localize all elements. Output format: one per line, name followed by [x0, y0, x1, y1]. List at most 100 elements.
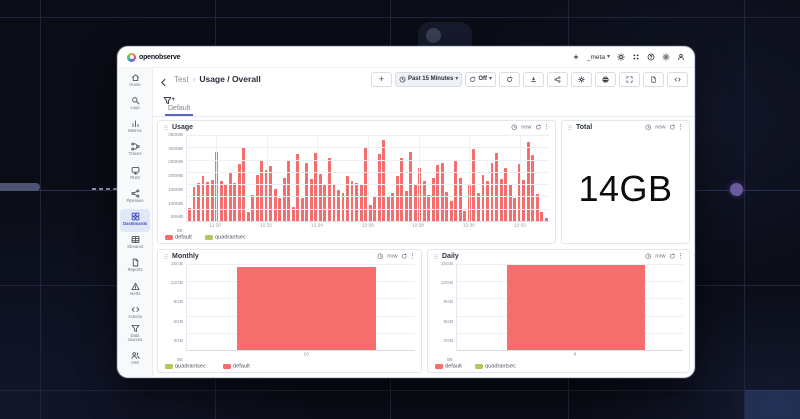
- sidebar-item-dashboards[interactable]: Dashboards: [120, 209, 150, 232]
- total-stat-value: 14GB: [578, 168, 672, 210]
- usage-bar: [513, 198, 516, 221]
- sidebar-item-logs[interactable]: Logs: [120, 93, 150, 116]
- drag-handle-icon[interactable]: [163, 253, 169, 260]
- y-tick-label: 300MB: [168, 146, 183, 151]
- sidebar-item-label: Dashboards: [123, 222, 147, 226]
- print-button[interactable]: [595, 72, 616, 87]
- refresh-icon[interactable]: [401, 253, 408, 260]
- sidebar-item-alerts[interactable]: Alerts: [120, 279, 150, 302]
- panel-total: Total now ⋮ 14GB: [561, 120, 690, 244]
- usage-bar: [355, 183, 358, 221]
- sidebar-item-traces[interactable]: Traces: [120, 140, 150, 163]
- sidebar-item-metrics[interactable]: Metrics: [120, 116, 150, 139]
- usage-bar: [536, 194, 539, 221]
- sidebar-item-pipelines[interactable]: Pipelines: [120, 186, 150, 209]
- legend-item-default[interactable]: default: [165, 234, 196, 241]
- refresh-button[interactable]: [499, 72, 520, 87]
- y-tick-label: 15GB: [441, 262, 453, 267]
- breadcrumb-parent[interactable]: Test: [174, 75, 189, 84]
- back-button[interactable]: [159, 74, 170, 85]
- share-button[interactable]: [547, 72, 568, 87]
- y-tick-label: 6GB: [443, 319, 453, 324]
- panel-menu-icon[interactable]: ⋮: [677, 124, 684, 131]
- panel-refresh-time[interactable]: now: [655, 125, 665, 131]
- usage-bar: [256, 175, 259, 221]
- panel-refresh-time[interactable]: now: [521, 125, 531, 131]
- home-icon: [131, 73, 140, 82]
- export-json-button[interactable]: [643, 72, 664, 87]
- drag-handle-icon[interactable]: [163, 124, 169, 131]
- decor-dashes: [92, 188, 120, 190]
- auto-refresh-button[interactable]: Off ▾: [465, 72, 496, 87]
- openobserve-window: openobserve _meta ▾ HomeLogsMetricsTrace…: [117, 46, 695, 378]
- actions-icon: [131, 305, 140, 314]
- panel-menu-icon[interactable]: ⋮: [409, 253, 416, 260]
- streams-icon: [131, 235, 140, 244]
- monthly-legend: quadrantsec default: [158, 360, 421, 372]
- openobserve-logo[interactable]: openobserve: [127, 53, 180, 62]
- legend-item-quadrantsec[interactable]: quadrantsec: [475, 363, 524, 370]
- legend-swatch: [475, 364, 483, 369]
- help-icon[interactable]: [647, 53, 655, 61]
- tab-default[interactable]: Default: [165, 105, 193, 116]
- sidebar-item-label: Reports: [123, 268, 147, 272]
- export-button[interactable]: [523, 72, 544, 87]
- legend-item-quadrantsec[interactable]: quadrantsec: [205, 234, 254, 241]
- dashboard-settings-button[interactable]: [571, 72, 592, 87]
- y-tick-label: 6GB: [173, 319, 183, 324]
- y-tick-label: 150MB: [168, 187, 183, 192]
- dashboard-tabs: Default: [153, 103, 694, 117]
- panel-menu-icon[interactable]: ⋮: [677, 253, 684, 260]
- time-range-button[interactable]: Past 15 Minutes ▾: [395, 72, 462, 87]
- fullscreen-button[interactable]: [619, 72, 640, 87]
- dashboard-header: Test › Usage / Overall + Past 15 Minutes…: [153, 68, 694, 90]
- legend-item-default[interactable]: default: [435, 363, 466, 370]
- panel-refresh-time[interactable]: now: [387, 254, 397, 260]
- panel-menu-icon[interactable]: ⋮: [543, 124, 550, 131]
- sidebar-nav: HomeLogsMetricsTracesRUMPipelines Dashboa…: [118, 68, 153, 377]
- x-tick-label: 12:22: [260, 223, 272, 228]
- y-tick-label: 0B: [177, 358, 183, 363]
- theme-toggle-icon[interactable]: [617, 53, 625, 61]
- refresh-icon[interactable]: [669, 124, 676, 131]
- printer-icon: [602, 76, 609, 83]
- sidebar-item-iam[interactable]: IAM: [120, 348, 150, 371]
- monthly-bar: [237, 267, 376, 350]
- x-axis-labels: 10: [186, 351, 415, 360]
- y-tick-label: 15GB: [171, 262, 183, 267]
- settings-gear-icon[interactable]: [662, 53, 670, 61]
- sidebar-item-streams[interactable]: Streams: [120, 232, 150, 255]
- x-tick-label: 12:32: [514, 223, 526, 228]
- usage-bar: [296, 154, 299, 221]
- user-avatar-icon[interactable]: [677, 53, 685, 61]
- panel-refresh-time[interactable]: now: [655, 254, 665, 260]
- refresh-icon: [506, 76, 513, 83]
- usage-legend: default quadrantsec: [158, 231, 555, 243]
- code-view-button[interactable]: [667, 72, 688, 87]
- chevron-down-icon: ▾: [607, 54, 610, 60]
- sidebar-item-rum[interactable]: RUM: [120, 163, 150, 186]
- x-tick-label: 9: [574, 352, 577, 357]
- y-axis-labels: 15GB12GB9GB6GB3GB0B: [160, 264, 186, 360]
- add-variable-button[interactable]: +: [163, 92, 172, 101]
- drag-handle-icon[interactable]: [433, 253, 439, 260]
- sidebar-item-home[interactable]: Home: [120, 70, 150, 93]
- sidebar-item-data-sources[interactable]: Data sources: [120, 325, 150, 348]
- usage-bar: [545, 218, 548, 221]
- refresh-icon[interactable]: [535, 124, 542, 131]
- usage-bar: [287, 160, 290, 221]
- add-panel-button[interactable]: +: [371, 72, 392, 87]
- ai-sparkle-icon[interactable]: [572, 53, 580, 61]
- sidebar-item-actions[interactable]: Actions: [120, 302, 150, 325]
- usage-bar: [323, 185, 326, 221]
- usage-bar: [233, 183, 236, 221]
- legend-item-default[interactable]: default: [223, 363, 254, 370]
- apps-grid-icon[interactable]: [632, 53, 640, 61]
- drag-handle-icon[interactable]: [567, 124, 573, 131]
- y-tick-label: 100MB: [168, 201, 183, 206]
- sidebar-item-reports[interactable]: Reports: [120, 256, 150, 279]
- legend-item-quadrantsec[interactable]: quadrantsec: [165, 363, 214, 370]
- clock-icon: [377, 253, 384, 260]
- refresh-icon[interactable]: [669, 253, 676, 260]
- org-selector[interactable]: _meta ▾: [587, 54, 610, 61]
